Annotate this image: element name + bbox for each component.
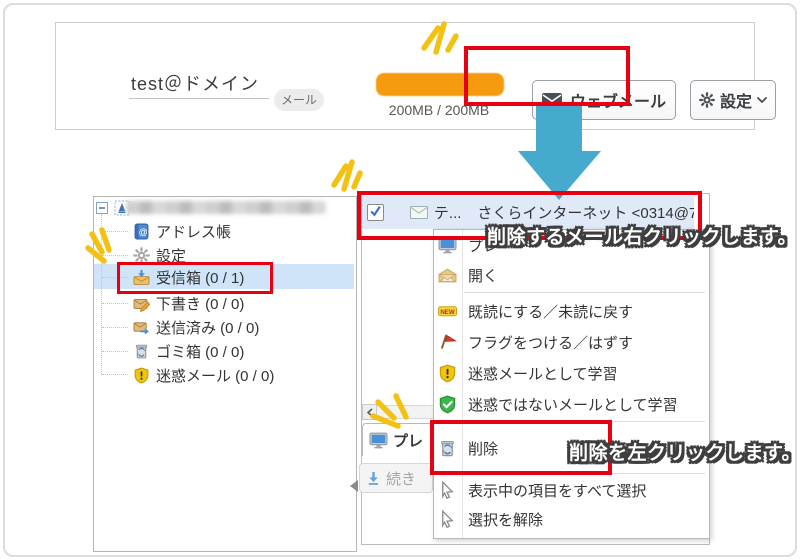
shield-warning-icon: [133, 367, 150, 384]
tree-item-label: 下書き (0 / 0): [156, 293, 244, 314]
new-badge-icon: NEW: [438, 302, 457, 321]
menu-item-label: 選択を解除: [468, 509, 543, 530]
menu-separator: [464, 473, 705, 474]
tree-root-row[interactable]: [96, 198, 130, 218]
account-underline: [129, 98, 269, 99]
address-book-icon: @: [133, 223, 150, 240]
svg-text:NEW: NEW: [440, 309, 455, 316]
menu-item-mark-read-unread[interactable]: NEW 既読にする／未読に戻す: [434, 296, 709, 327]
tree-guide-stub: [102, 303, 128, 304]
collapse-minus-icon[interactable]: [96, 202, 108, 214]
inbox-icon: [133, 269, 150, 286]
tree-guide-stub: [102, 327, 128, 328]
sent-envelope-icon: [133, 319, 150, 336]
mail-envelope-icon: [410, 206, 428, 219]
menu-item-deselect[interactable]: 選択を解除: [434, 505, 709, 534]
annotation-left-click: 削除を左クリックします。: [569, 438, 800, 465]
sparkle-mark-webmail: [414, 16, 466, 62]
usage-bar-redacted: [376, 73, 504, 96]
cursor-icon: [438, 510, 457, 529]
tree-item-label: 受信箱 (0 / 1): [156, 267, 244, 288]
tree-item-inbox[interactable]: 受信箱 (0 / 1): [133, 267, 244, 287]
monitor-icon: [369, 432, 388, 449]
tree-guide-stub: [102, 351, 128, 352]
menu-item-label: 削除: [468, 438, 498, 459]
tree-item-drafts[interactable]: 下書き (0 / 0): [133, 293, 244, 313]
tree-guide-stub: [102, 374, 128, 375]
settings-button[interactable]: 設定: [690, 80, 776, 120]
gear-icon: [699, 92, 715, 108]
monitor-icon: [438, 236, 457, 255]
check-icon: [369, 205, 382, 218]
menu-item-learn-spam[interactable]: 迷惑メールとして学習: [434, 358, 709, 389]
svg-text:@: @: [139, 226, 148, 236]
trash-icon: [133, 343, 150, 360]
account-name-redacted: [126, 201, 326, 214]
shield-warning-icon: [438, 364, 457, 383]
menu-item-select-all[interactable]: 表示中の項目をすべて選択: [434, 476, 709, 505]
tree-item-address-book[interactable]: @ アドレス帳: [133, 221, 231, 241]
cursor-icon: [438, 481, 457, 500]
menu-separator: [464, 421, 705, 422]
splitter-collapse-icon[interactable]: [350, 480, 358, 492]
menu-item-label: 迷惑ではないメールとして学習: [468, 394, 678, 415]
shield-check-icon: [438, 395, 457, 414]
mail-badge: メール: [274, 89, 324, 111]
mail-sender: さくらインターネット <0314@7p: [477, 202, 694, 223]
mail-row-checkbox[interactable]: [367, 204, 384, 221]
tree-item-spam[interactable]: 迷惑メール (0 / 0): [133, 365, 274, 385]
tree-item-settings[interactable]: 設定: [133, 245, 186, 265]
menu-item-label: 既読にする／未読に戻す: [468, 301, 633, 322]
chevron-down-icon: [757, 97, 767, 103]
tree-item-label: アドレス帳: [156, 221, 231, 242]
menu-item-flag[interactable]: フラグをつける／はずす: [434, 327, 709, 358]
tree-item-label: 設定: [156, 245, 186, 266]
menu-item-label: 表示中の項目をすべて選択: [468, 480, 646, 501]
preview-tab-label: プレ: [393, 430, 423, 451]
down-arrow: [508, 102, 608, 202]
settings-button-label: 設定: [720, 88, 752, 112]
gear-icon: [133, 247, 150, 264]
menu-item-label: 迷惑メールとして学習: [468, 363, 618, 384]
flag-icon: [438, 333, 457, 352]
sparkle-mark-maillist: [326, 155, 372, 199]
tree-guide-stub: [102, 277, 128, 278]
tree-item-label: 送信済み (0 / 0): [156, 317, 259, 338]
tree-item-sent[interactable]: 送信済み (0 / 0): [133, 317, 259, 337]
annotation-right-click: 削除するメール右クリックします。: [487, 222, 797, 249]
draft-envelope-icon: [133, 295, 150, 312]
open-envelope-icon: [438, 266, 457, 285]
menu-item-learn-not-spam[interactable]: 迷惑ではないメールとして学習: [434, 389, 709, 420]
trash-icon: [438, 439, 457, 458]
sparkle-mark-delete: [368, 390, 414, 432]
menu-separator: [464, 292, 705, 293]
account-name: test＠ドメイン: [131, 70, 259, 96]
more-button-label: 続き: [386, 468, 416, 489]
tree-item-label: 迷惑メール (0 / 0): [156, 365, 274, 386]
download-arrow-icon: [366, 471, 381, 486]
menu-item-open[interactable]: 開く: [434, 259, 709, 291]
tree-item-trash[interactable]: ゴミ箱 (0 / 0): [133, 341, 244, 361]
menu-item-label: 開く: [468, 265, 498, 286]
menu-item-label: フラグをつける／はずす: [468, 332, 633, 353]
more-button[interactable]: 続き: [359, 463, 433, 493]
mail-subject: テ...: [434, 202, 462, 223]
tree-item-label: ゴミ箱 (0 / 0): [156, 341, 244, 362]
quota-text: 200MB / 200MB: [372, 102, 506, 118]
context-menu: プレ 開く NEW 既読にする／未読に戻す: [433, 229, 710, 539]
screenshot-canvas: test＠ドメイン メール 200MB / 200MB ウェブメール 設: [0, 0, 800, 560]
account-header-card: test＠ドメイン メール 200MB / 200MB ウェブメール 設: [55, 22, 755, 130]
sparkle-mark-inbox: [84, 224, 124, 272]
